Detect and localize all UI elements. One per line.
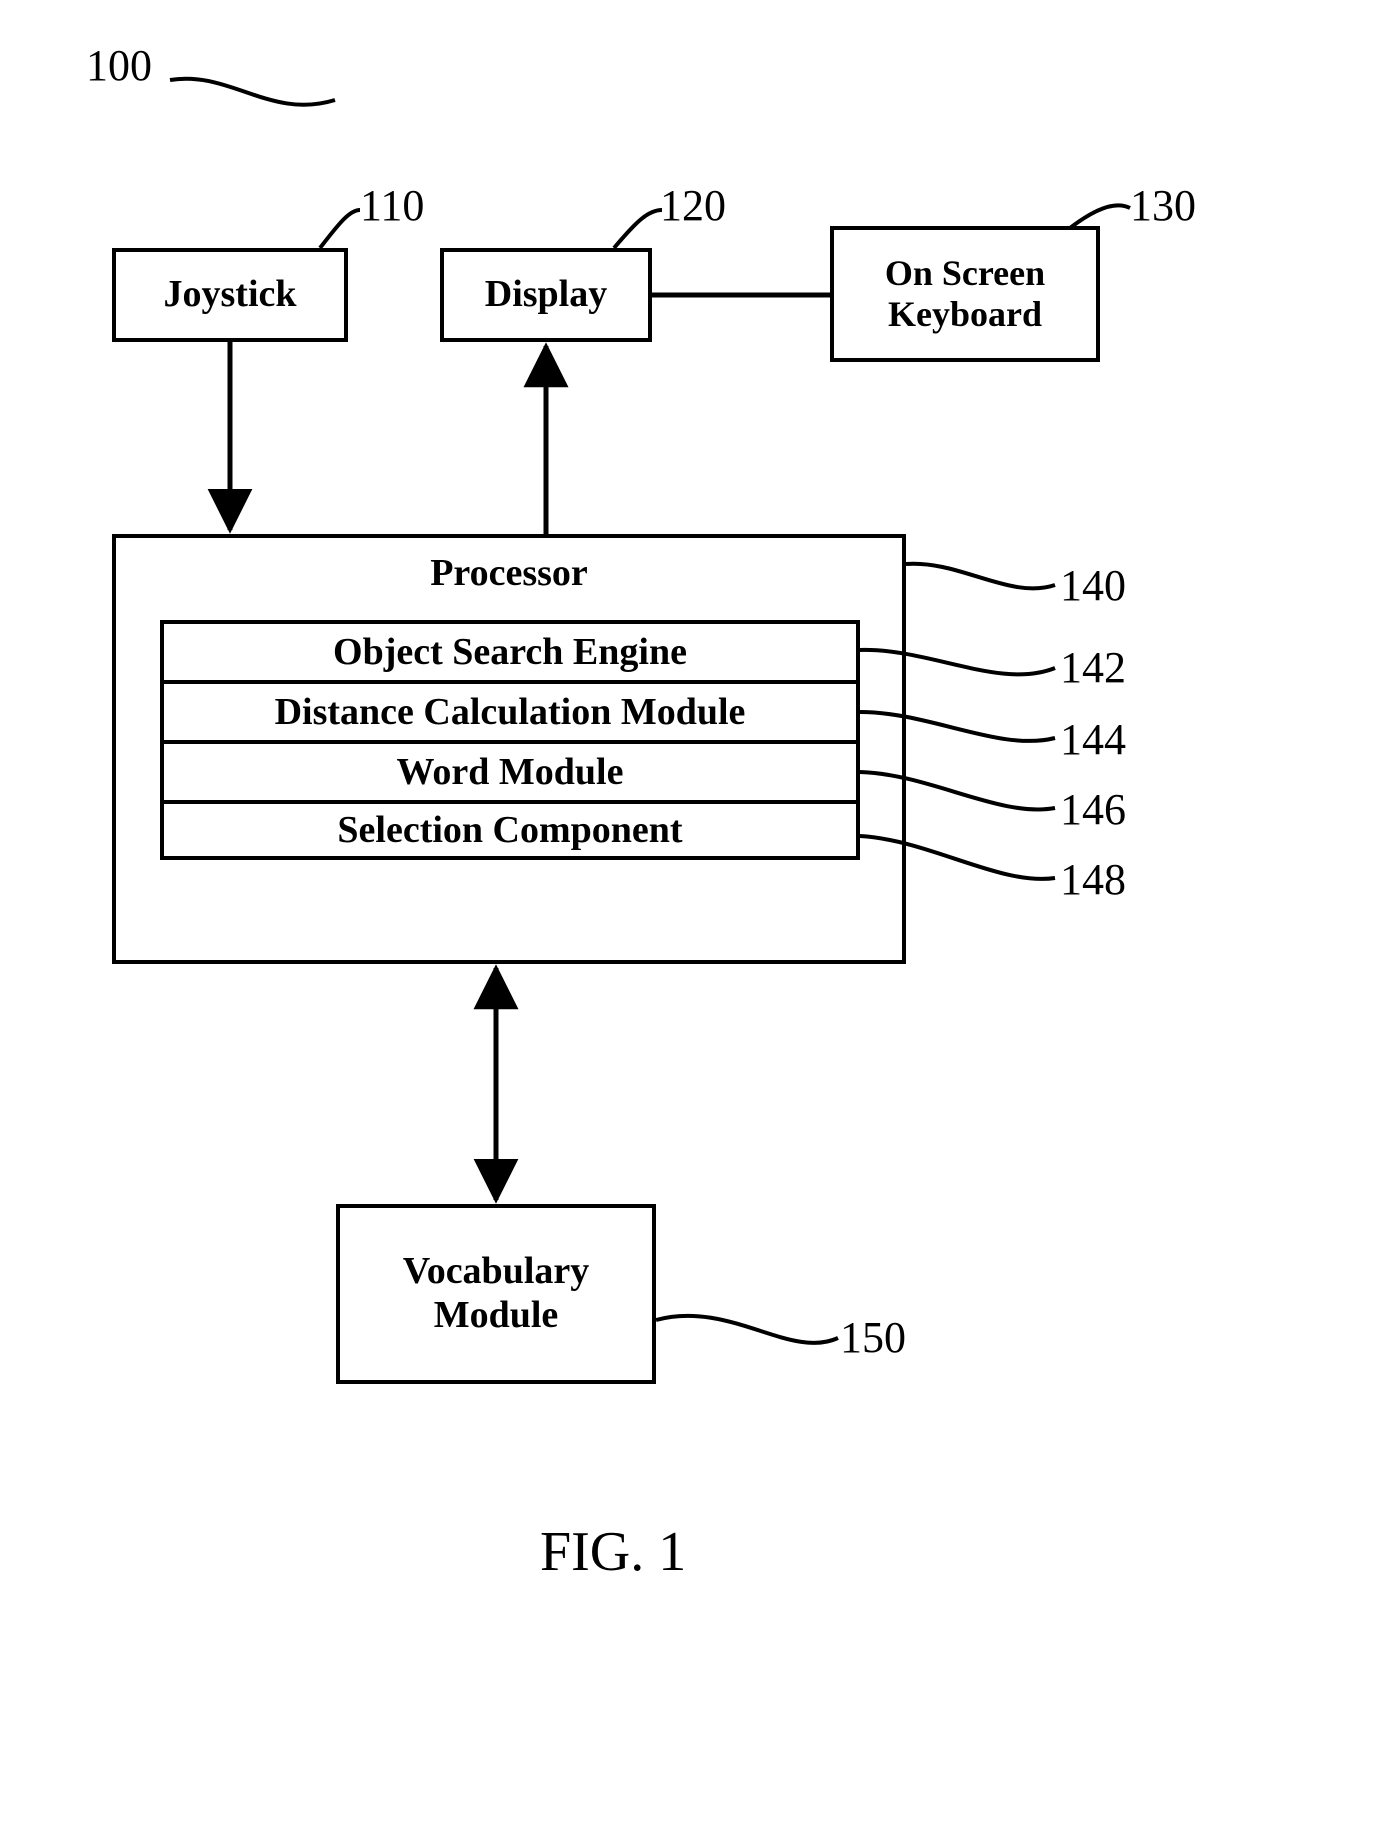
- vocabulary-module-block: Vocabulary Module: [336, 1204, 656, 1384]
- distance-module-row: Distance Calculation Module: [160, 680, 860, 740]
- ref-148: 148: [1060, 854, 1126, 905]
- selection-component-label: Selection Component: [337, 808, 682, 852]
- diagram-canvas: 100 Joystick Display On Screen Keyboard …: [0, 0, 1379, 1835]
- word-module-row: Word Module: [160, 740, 860, 800]
- vocabulary-module-label: Vocabulary Module: [403, 1250, 590, 1337]
- ref-144: 144: [1060, 714, 1126, 765]
- word-module-label: Word Module: [397, 750, 624, 794]
- ref-110: 110: [360, 180, 424, 231]
- display-label: Display: [485, 273, 607, 317]
- ref-150: 150: [840, 1312, 906, 1363]
- ref-130: 130: [1130, 180, 1196, 231]
- ref-146: 146: [1060, 784, 1126, 835]
- joystick-block: Joystick: [112, 248, 348, 342]
- keyboard-block: On Screen Keyboard: [830, 226, 1100, 362]
- display-block: Display: [440, 248, 652, 342]
- figure-ref-100: 100: [86, 40, 152, 91]
- processor-inner-group: Object Search Engine Distance Calculatio…: [160, 620, 860, 860]
- ref-140: 140: [1060, 560, 1126, 611]
- joystick-label: Joystick: [164, 273, 297, 317]
- distance-module-label: Distance Calculation Module: [275, 690, 746, 734]
- keyboard-label: On Screen Keyboard: [885, 253, 1045, 336]
- selection-component-row: Selection Component: [160, 800, 860, 860]
- object-search-engine-label: Object Search Engine: [333, 630, 687, 674]
- ref-142: 142: [1060, 642, 1126, 693]
- ref-120: 120: [660, 180, 726, 231]
- processor-label: Processor: [430, 552, 588, 596]
- figure-caption: FIG. 1: [540, 1520, 686, 1584]
- object-search-engine-row: Object Search Engine: [160, 620, 860, 680]
